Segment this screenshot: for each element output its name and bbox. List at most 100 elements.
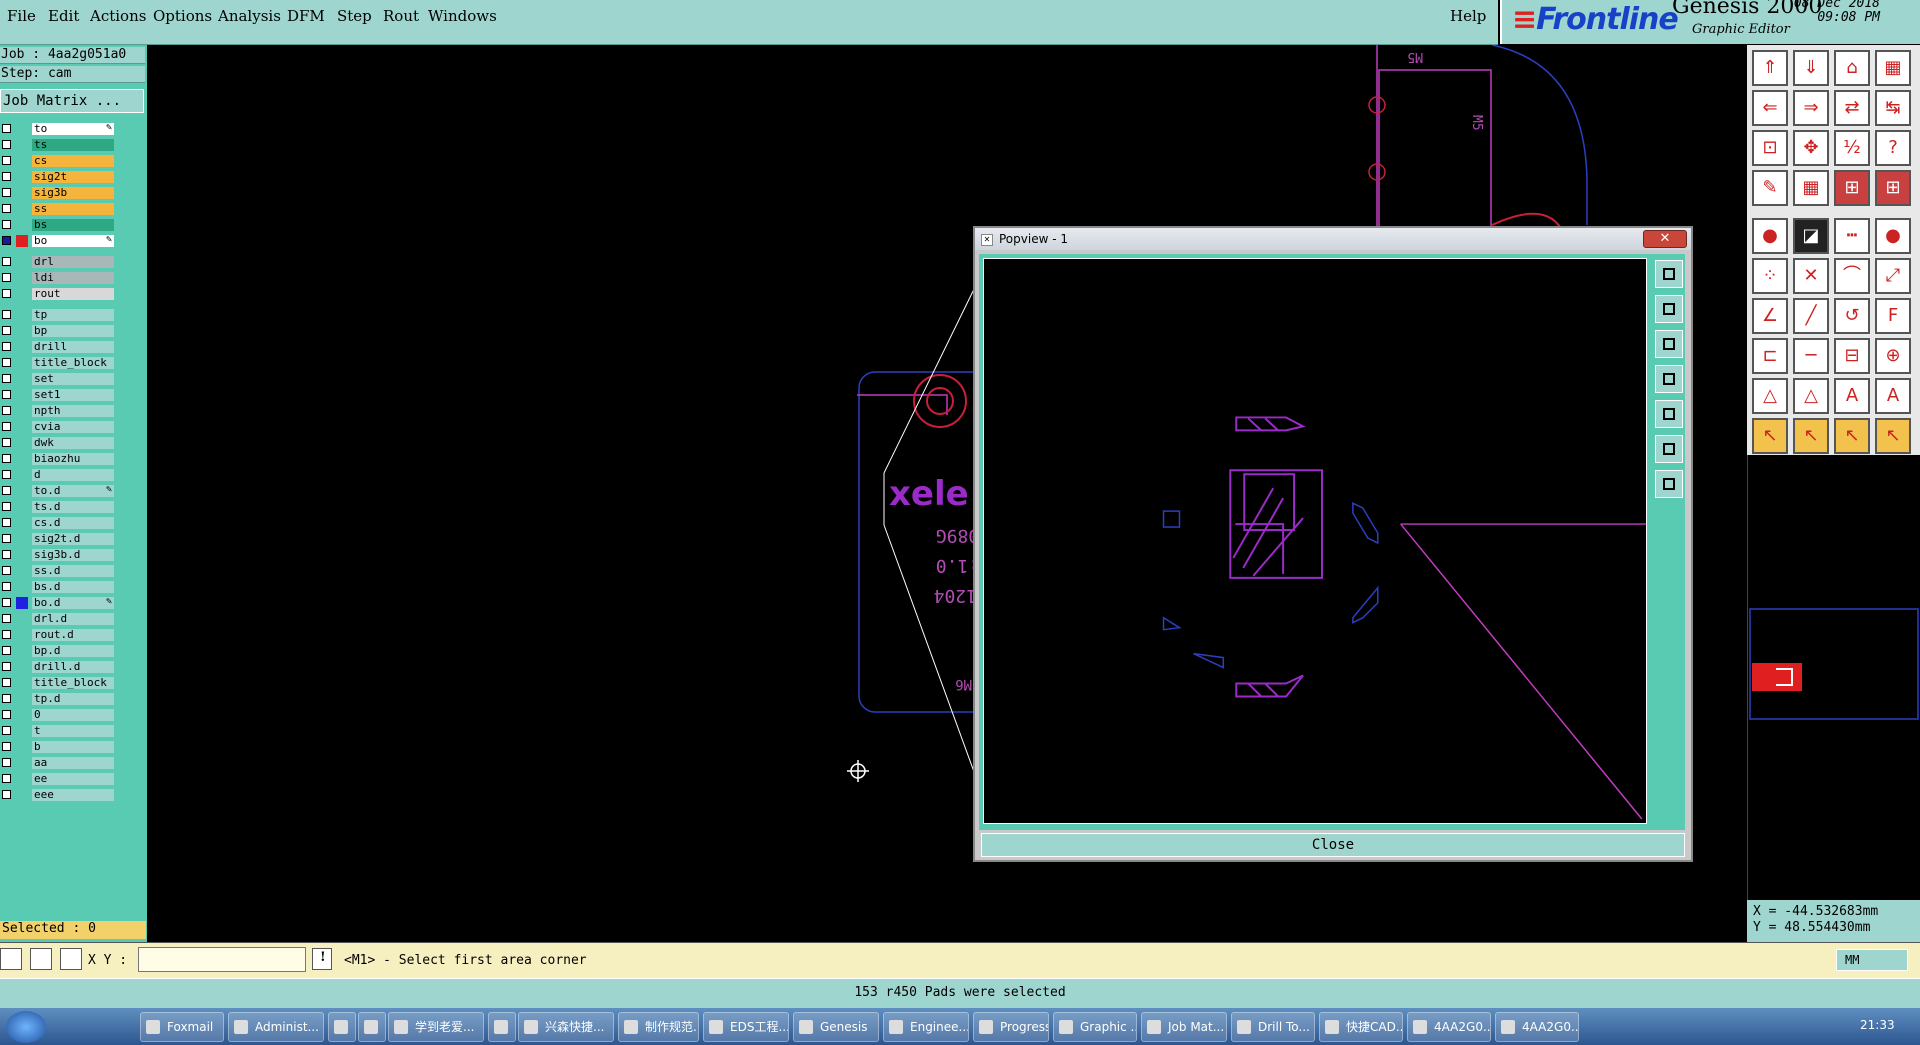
- snap-red2-icon[interactable]: ⊞: [1875, 170, 1911, 206]
- cross-icon[interactable]: ✕: [1793, 258, 1829, 294]
- taskbar-item[interactable]: Enginee...: [883, 1012, 969, 1042]
- dashed-icon[interactable]: ┅: [1834, 218, 1870, 254]
- layer-checkbox[interactable]: [2, 518, 11, 527]
- taskbar-item[interactable]: [358, 1012, 386, 1042]
- move-right-icon[interactable]: ⇒: [1793, 90, 1829, 126]
- minimap[interactable]: [1747, 455, 1920, 900]
- step-icon[interactable]: ↹: [1875, 90, 1911, 126]
- layer-name[interactable]: to.d ✎: [32, 484, 114, 497]
- text-icon[interactable]: F: [1875, 298, 1911, 334]
- layer-checkbox[interactable]: [2, 342, 11, 351]
- layer-checkbox[interactable]: [2, 742, 11, 751]
- panel-icon[interactable]: ▦: [1875, 50, 1911, 86]
- rotate-icon[interactable]: ↺: [1834, 298, 1870, 334]
- popview-tool-3-icon[interactable]: [1655, 330, 1683, 358]
- layer-name[interactable]: drl: [32, 256, 114, 268]
- group-icon[interactable]: ⊕: [1875, 338, 1911, 374]
- layer-name[interactable]: drill: [32, 341, 114, 353]
- layer-row[interactable]: sig2t: [0, 171, 116, 184]
- layer-checkbox[interactable]: [2, 140, 11, 149]
- layer-row[interactable]: bp: [0, 325, 116, 338]
- grid-mode-icon[interactable]: [60, 948, 82, 970]
- minus-icon[interactable]: ─: [1793, 338, 1829, 374]
- menu-actions[interactable]: Actions: [90, 7, 146, 25]
- taskbar-item[interactable]: Drill To...: [1231, 1012, 1315, 1042]
- layer-name[interactable]: sig2t: [32, 171, 114, 183]
- taskbar-item[interactable]: [488, 1012, 516, 1042]
- layer-row[interactable]: set: [0, 373, 116, 386]
- popview-close-button[interactable]: Close: [981, 833, 1685, 857]
- layer-name[interactable]: rout: [32, 288, 114, 300]
- layer-checkbox[interactable]: [2, 124, 11, 133]
- layer-checkbox[interactable]: [2, 156, 11, 165]
- measure-mode-icon[interactable]: [30, 948, 52, 970]
- menu-analysis[interactable]: Analysis: [218, 7, 281, 25]
- layer-row[interactable]: aa: [0, 757, 116, 770]
- layer-checkbox[interactable]: [2, 790, 11, 799]
- layer-checkbox[interactable]: [2, 614, 11, 623]
- layer-row[interactable]: to.d ✎: [0, 484, 116, 498]
- menu-rout[interactable]: Rout: [383, 7, 419, 25]
- measure-icon[interactable]: ✎: [1752, 170, 1788, 206]
- menu-step[interactable]: Step: [337, 7, 372, 25]
- layer-row[interactable]: sig3b.d: [0, 549, 116, 562]
- layer-row[interactable]: bo.d ✎: [0, 596, 116, 610]
- layer-name[interactable]: eee: [32, 789, 114, 801]
- move-down-icon[interactable]: ⇓: [1793, 50, 1829, 86]
- layer-row[interactable]: ts: [0, 139, 116, 152]
- mirror-icon[interactable]: ⇄: [1834, 90, 1870, 126]
- layer-checkbox[interactable]: [2, 566, 11, 575]
- layer-name[interactable]: ldi: [32, 272, 114, 284]
- layer-name[interactable]: 0: [32, 709, 114, 721]
- layer-row[interactable]: bs.d: [0, 581, 116, 594]
- layer-row[interactable]: npth: [0, 405, 116, 418]
- pointer3-icon[interactable]: ↖: [1834, 418, 1870, 454]
- layer-name[interactable]: tp: [32, 309, 114, 321]
- box-icon[interactable]: ⊟: [1834, 338, 1870, 374]
- layer-row[interactable]: bs: [0, 219, 116, 232]
- layer-name[interactable]: ss: [32, 203, 114, 215]
- layer-row[interactable]: set1: [0, 389, 116, 402]
- layer-checkbox[interactable]: [2, 358, 11, 367]
- layer-checkbox[interactable]: [2, 374, 11, 383]
- taskbar-item[interactable]: [328, 1012, 356, 1042]
- taskbar-item[interactable]: Job Mat...: [1141, 1012, 1227, 1042]
- layer-checkbox[interactable]: [2, 710, 11, 719]
- layer-checkbox[interactable]: [2, 454, 11, 463]
- layer-name[interactable]: cs: [32, 155, 114, 167]
- popview-tool-1-icon[interactable]: [1655, 260, 1683, 288]
- xy-input[interactable]: [138, 947, 306, 972]
- layer-checkbox[interactable]: [2, 758, 11, 767]
- grid-icon[interactable]: ▦: [1793, 170, 1829, 206]
- layer-checkbox[interactable]: [2, 502, 11, 511]
- tri2-icon[interactable]: △: [1793, 378, 1829, 414]
- layer-row[interactable]: dwk: [0, 437, 116, 450]
- layer-row[interactable]: ss.d: [0, 565, 116, 578]
- layer-row[interactable]: to ✎: [0, 122, 116, 136]
- help-icon[interactable]: ?: [1875, 130, 1911, 166]
- layer-name[interactable]: title_block: [32, 357, 114, 369]
- layer-name[interactable]: t: [32, 725, 114, 737]
- layer-name[interactable]: title_block: [32, 677, 114, 689]
- layer-checkbox[interactable]: [2, 172, 11, 181]
- layer-checkbox[interactable]: [2, 534, 11, 543]
- pad-icon[interactable]: ●: [1752, 218, 1788, 254]
- layer-name[interactable]: drl.d: [32, 613, 114, 625]
- snap-icon[interactable]: [0, 948, 22, 970]
- layer-checkbox[interactable]: [2, 678, 11, 687]
- center-icon[interactable]: ✥: [1793, 130, 1829, 166]
- arc-icon[interactable]: ⌒: [1834, 258, 1870, 294]
- taskbar-item[interactable]: 制作规范...: [618, 1012, 699, 1042]
- layer-name[interactable]: bp.d: [32, 645, 114, 657]
- taskbar-item[interactable]: 4AA2G0...: [1495, 1012, 1579, 1042]
- layer-name[interactable]: ss.d: [32, 565, 114, 577]
- layer-name[interactable]: drill.d: [32, 661, 114, 673]
- scale-1-2-icon[interactable]: ½: [1834, 130, 1870, 166]
- layer-row[interactable]: b: [0, 741, 116, 754]
- popview-tool-2-icon[interactable]: [1655, 295, 1683, 323]
- layer-name[interactable]: bs.d: [32, 581, 114, 593]
- layer-row[interactable]: t: [0, 725, 116, 738]
- draw-icon[interactable]: ╱: [1793, 298, 1829, 334]
- layer-row[interactable]: sig2t.d: [0, 533, 116, 546]
- layer-row[interactable]: drill: [0, 341, 116, 354]
